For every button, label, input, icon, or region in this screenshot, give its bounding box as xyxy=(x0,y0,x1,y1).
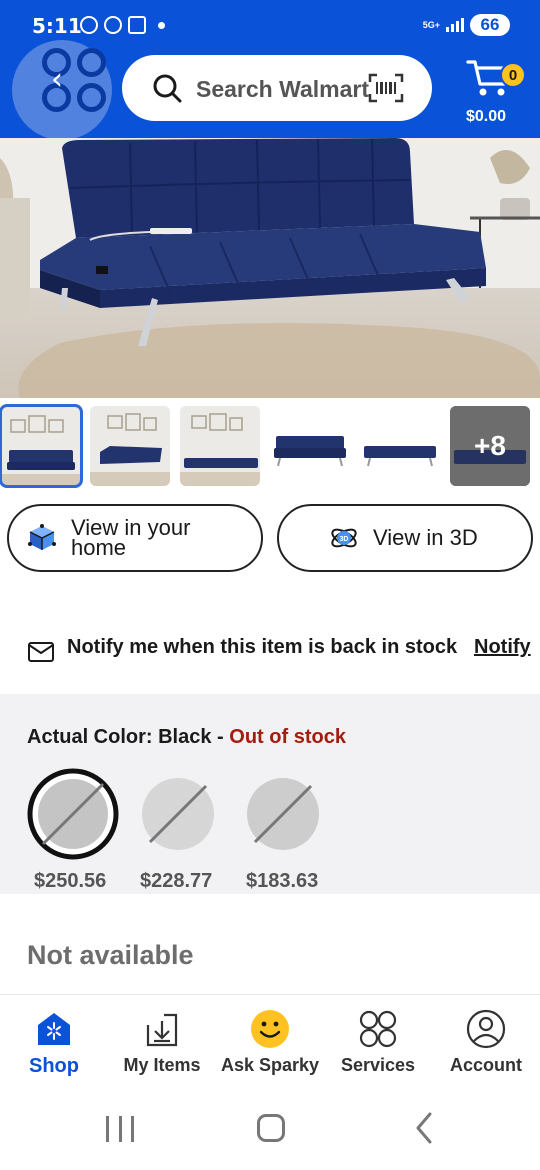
account-icon xyxy=(466,1009,506,1049)
nav-services[interactable]: Services xyxy=(324,995,432,1091)
thumbnail-2[interactable] xyxy=(90,406,170,486)
color-label-prefix: Actual Color: Black - xyxy=(27,726,230,748)
cart-button[interactable]: 0 $0.00 xyxy=(462,56,528,130)
thumbnail-image xyxy=(90,406,170,486)
screenshot-icon xyxy=(128,16,146,34)
futon-sofa-image xyxy=(0,138,540,398)
view-home-line2: home xyxy=(71,535,127,560)
color-swatch-1[interactable] xyxy=(27,768,119,860)
color-swatch-3[interactable] xyxy=(237,768,329,860)
system-navigation-bar xyxy=(0,1090,540,1170)
3d-view-icon: 3D xyxy=(331,528,357,548)
nav-label: My Items xyxy=(123,1055,201,1075)
thumbnail-1[interactable] xyxy=(0,404,83,488)
home-icon[interactable] xyxy=(257,1114,285,1142)
nav-account[interactable]: Account xyxy=(432,995,540,1091)
swatch-price-3: $183.63 xyxy=(246,870,319,892)
thumbnail-image xyxy=(360,406,440,486)
messenger-icon xyxy=(80,16,98,34)
back-chevron-icon[interactable]: ‹ xyxy=(51,62,63,97)
view-in-3d-label: View in 3D xyxy=(373,525,478,550)
status-right: 5G+ 66 xyxy=(423,14,510,36)
search-icon xyxy=(153,74,182,103)
signal-icon xyxy=(446,18,464,32)
availability-status: Not available xyxy=(27,940,194,970)
notify-link[interactable]: Notify xyxy=(474,636,531,659)
back-icon[interactable] xyxy=(410,1110,440,1146)
recents-icon[interactable] xyxy=(106,1116,134,1142)
cart-total: $0.00 xyxy=(466,108,507,125)
swatch-price-1: $250.56 xyxy=(34,870,107,892)
notification-icons xyxy=(80,16,165,34)
thumbnail-image xyxy=(270,406,350,486)
unavailable-swatch-icon xyxy=(142,778,214,850)
battery-indicator: 66 xyxy=(470,14,510,36)
more-images-count: +8 xyxy=(474,430,506,461)
product-page: 5:11 5G+ 66 ‹ Search Walmart 0 $0.00 +8 … xyxy=(0,0,540,1170)
swatch-price-2: $228.77 xyxy=(140,870,213,892)
thumbnail-image xyxy=(180,406,260,486)
nav-label: Shop xyxy=(29,1055,79,1077)
svg-text:3D: 3D xyxy=(340,536,349,543)
thumbnail-5[interactable] xyxy=(360,406,440,486)
apps-button[interactable]: ‹ xyxy=(12,40,112,140)
messenger-icon xyxy=(104,16,122,34)
thumbnail-3[interactable] xyxy=(180,406,260,486)
stock-status: Out of stock xyxy=(229,726,346,748)
color-label: Actual Color: Black - Out of stock xyxy=(27,726,346,749)
unavailable-swatch-icon xyxy=(27,768,119,860)
nav-shop[interactable]: Shop xyxy=(0,995,108,1091)
product-main-image[interactable] xyxy=(0,138,540,398)
thumbnail-4[interactable] xyxy=(270,406,350,486)
thumbnail-more[interactable]: +8 xyxy=(450,406,530,486)
view-in-3d-button[interactable]: 3D View in 3D xyxy=(277,504,533,572)
mail-icon xyxy=(28,642,54,662)
view-in-your-home-label: View in your home xyxy=(71,517,190,560)
bottom-navigation: Shop My Items Ask Sparky Services Accoun… xyxy=(0,994,540,1090)
more-notifications-dot-icon xyxy=(158,21,165,29)
nav-ask-sparky[interactable]: Ask Sparky xyxy=(216,995,324,1091)
notify-text: Notify me when this item is back in stoc… xyxy=(67,636,458,658)
search-bar[interactable]: Search Walmart xyxy=(122,55,432,121)
my-items-icon xyxy=(146,1013,178,1047)
thumbnail-strip: +8 xyxy=(0,404,540,488)
unavailable-swatch-icon xyxy=(247,778,319,850)
thumbnail-image xyxy=(1,406,81,486)
nav-label: Ask Sparky xyxy=(220,1055,320,1075)
search-input[interactable]: Search Walmart xyxy=(196,76,378,103)
ar-cube-icon xyxy=(28,524,56,550)
shop-icon xyxy=(38,1013,70,1045)
sparky-icon xyxy=(251,1010,289,1048)
status-time: 5:11 xyxy=(32,14,82,38)
back-in-stock-notify: Notify me when this item is back in stoc… xyxy=(0,620,540,680)
nav-label: Account xyxy=(450,1055,522,1075)
color-options-section: Actual Color: Black - Out of stock $250.… xyxy=(0,694,540,894)
app-header: ‹ Search Walmart 0 $0.00 xyxy=(0,40,540,140)
nav-label: Services xyxy=(340,1055,416,1075)
view-in-your-home-button[interactable]: View in your home xyxy=(7,504,263,572)
color-swatch-2[interactable] xyxy=(132,768,224,860)
network-type: 5G+ xyxy=(422,19,440,30)
nav-my-items[interactable]: My Items xyxy=(108,995,216,1091)
services-icon xyxy=(359,1010,397,1048)
barcode-scan-icon[interactable] xyxy=(368,73,404,103)
cart-count-badge: 0 xyxy=(500,62,526,88)
